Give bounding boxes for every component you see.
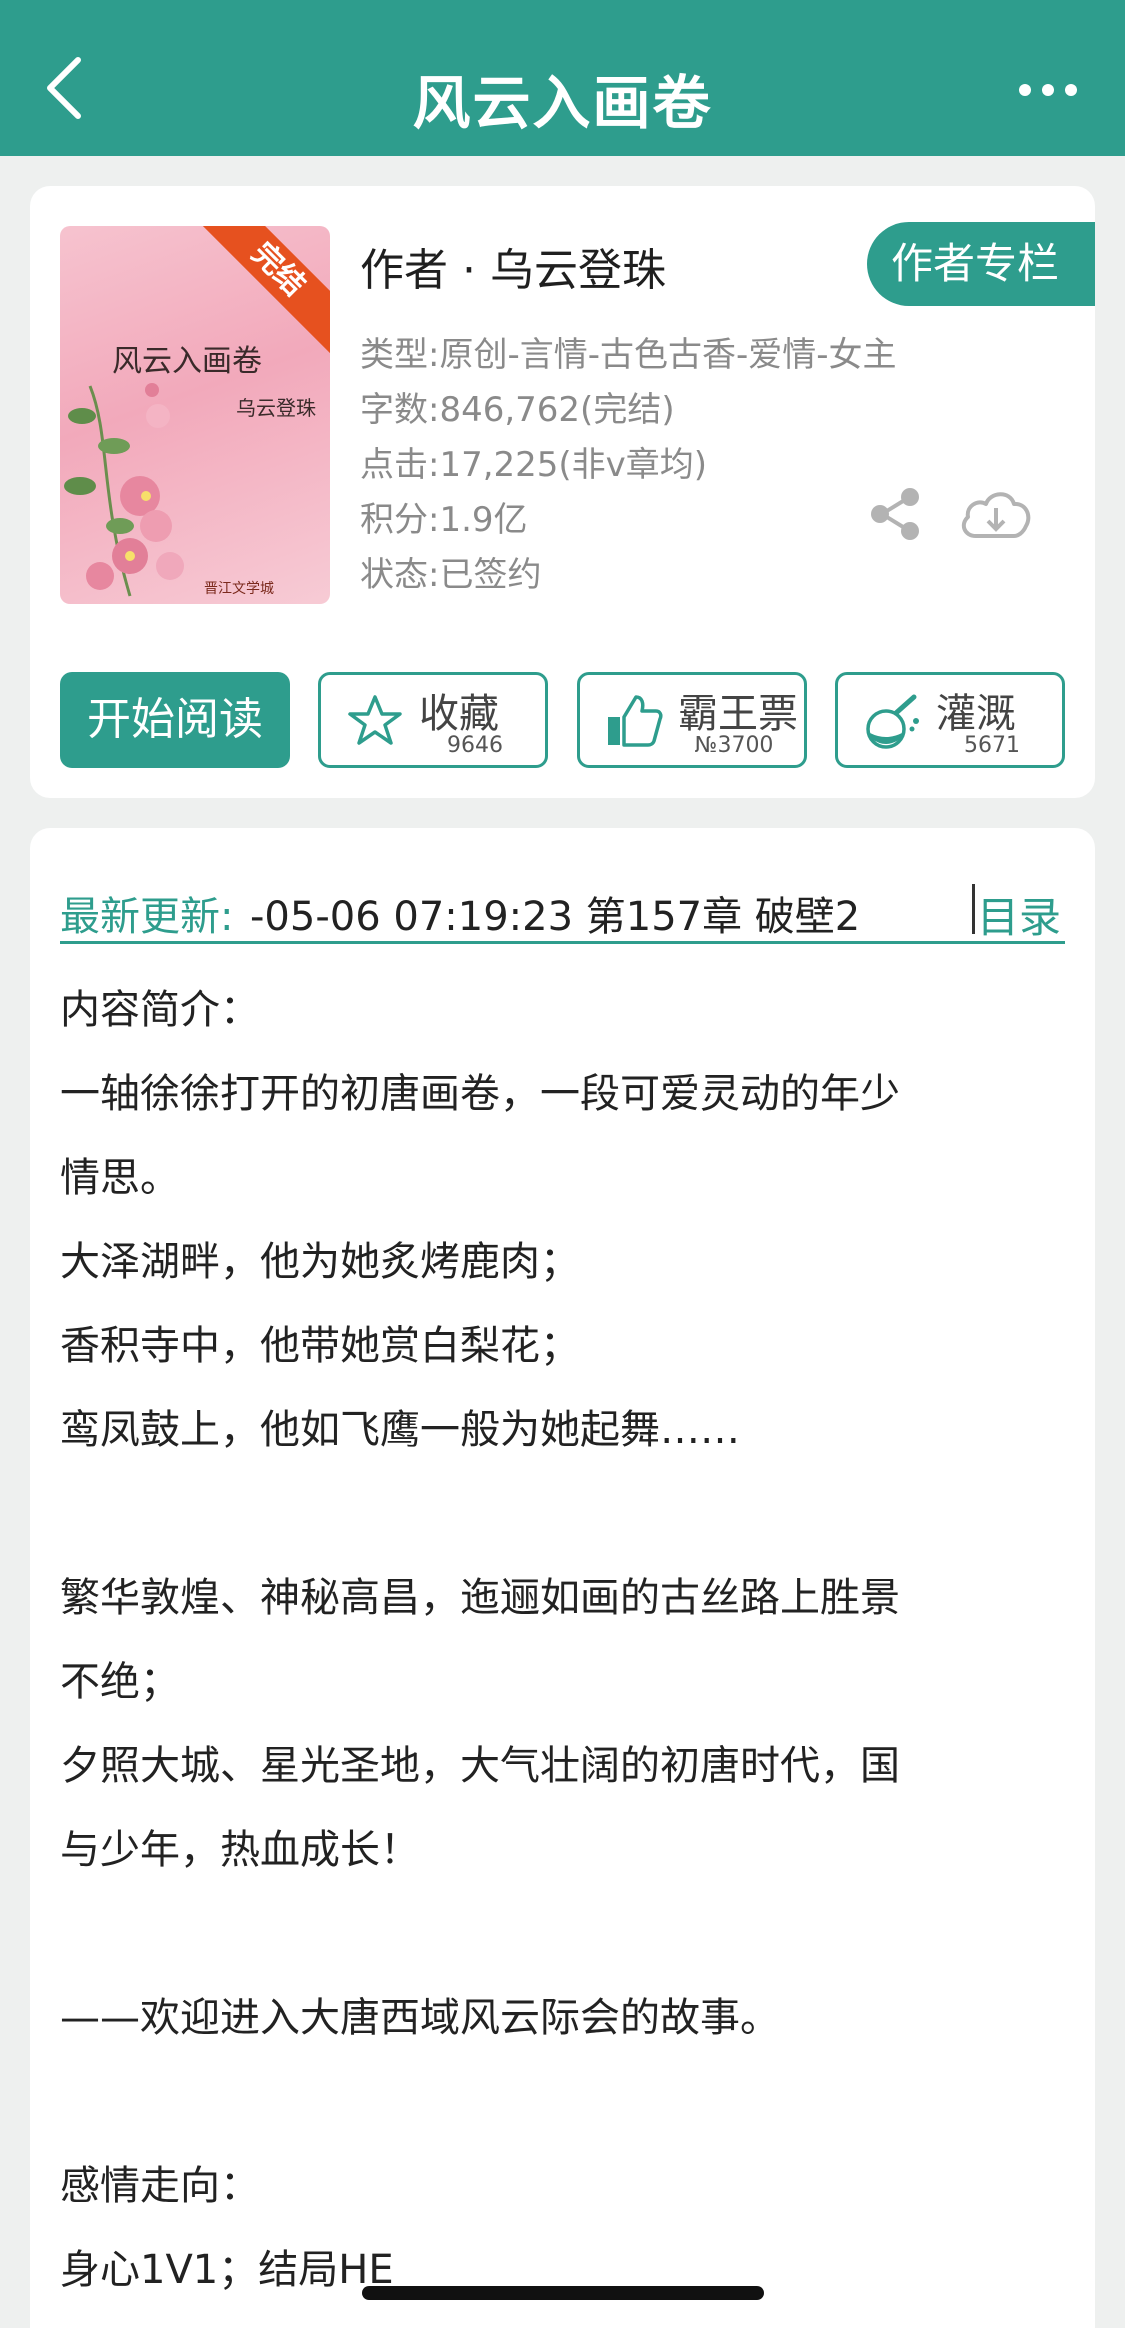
intro-line: 一轴徐徐打开的初唐画卷，一段可爱灵动的年少 xyxy=(60,1071,900,1117)
intro-line: 与少年，热血成长！ xyxy=(60,1827,420,1873)
home-indicator[interactable] xyxy=(362,2286,764,2300)
intro-line: 内容简介： xyxy=(60,987,260,1033)
cover-logo: 晋江文学城 xyxy=(204,581,274,597)
star-icon xyxy=(345,691,405,751)
nutrient-count: 5671 xyxy=(964,733,1020,758)
intro-line: ——欢迎进入大唐西域风云际会的故事。 xyxy=(60,1995,780,2041)
overlord-label: 霸王票 xyxy=(678,691,798,737)
meta-type: 类型:原创-言情-古色古香-爱情-女主 xyxy=(360,335,897,375)
more-icon[interactable] xyxy=(1013,70,1083,110)
thumbs-up-icon xyxy=(604,691,664,751)
author-line[interactable]: 作者 · 乌云登珠 xyxy=(360,234,666,298)
cover-title: 风云入画卷 xyxy=(112,344,262,379)
favorite-button[interactable]: 收藏 9646 xyxy=(318,672,548,768)
latest-chapter-link[interactable]: -05-06 07:19:23 第157章 破壁2 xyxy=(250,884,950,942)
meta-words: 字数:846,762(完结) xyxy=(360,390,675,430)
meta-status: 状态:已签约 xyxy=(360,555,542,595)
page-title: 风云入画卷 xyxy=(412,69,713,137)
action-bar: 开始阅读 收藏 9646 霸王票 №3700 灌溉 5671 xyxy=(60,672,1065,768)
table-of-contents-link[interactable]: 目录 xyxy=(977,884,1061,945)
book-meta: 类型:原创-言情-古色古香-爱情-女主 字数:846,762(完结) 点击:17… xyxy=(360,328,897,603)
intro-line: 不绝； xyxy=(60,1659,180,1705)
start-reading-button[interactable]: 开始阅读 xyxy=(60,672,290,768)
intro-line: 鸾凤鼓上，他如飞鹰一般为她起舞…… xyxy=(60,1407,740,1453)
intro-line: 香积寺中，他带她赏白梨花； xyxy=(60,1323,580,1369)
latest-update-row[interactable]: 最新更新: -05-06 07:19:23 第157章 破壁2 目录 xyxy=(60,854,1065,944)
book-intro: 内容简介： 一轴徐徐打开的初唐画卷，一段可爱灵动的年少 情思。 大泽湖畔，他为她… xyxy=(60,968,1065,2312)
meta-clicks: 点击:17,225(非v章均) xyxy=(360,445,708,485)
intro-line: 大泽湖畔，他为她炙烤鹿肉； xyxy=(60,1239,580,1285)
book-info-card: 完结 风云入画卷 乌云登珠 晋江文学城 作者 · 乌云登珠 作者专栏 类型:原创… xyxy=(30,186,1095,798)
overlord-rank: №3700 xyxy=(694,733,774,758)
favorite-label: 收藏 xyxy=(419,691,499,737)
share-icon[interactable] xyxy=(868,486,924,542)
book-detail-card: 最新更新: -05-06 07:19:23 第157章 破壁2 目录 内容简介：… xyxy=(30,828,1095,2328)
author-column-button[interactable]: 作者专栏 xyxy=(867,222,1095,306)
cloud-download-icon[interactable] xyxy=(958,486,1034,542)
intro-line: 夕照大城、星光圣地，大气壮阔的初唐时代，国 xyxy=(60,1743,900,1789)
flask-icon xyxy=(862,691,922,751)
intro-line: 繁华敦煌、神秘高昌，迤逦如画的古丝路上胜景 xyxy=(60,1575,900,1621)
nutrient-button[interactable]: 灌溉 5671 xyxy=(835,672,1065,768)
flower-illustration xyxy=(64,383,184,597)
intro-line: 情思。 xyxy=(60,1155,180,1201)
cover-author: 乌云登珠 xyxy=(236,396,316,420)
intro-line xyxy=(60,2060,1065,2144)
book-cover[interactable]: 完结 风云入画卷 乌云登珠 晋江文学城 xyxy=(60,226,330,604)
divider xyxy=(972,884,975,934)
top-bar: 风云入画卷 xyxy=(0,0,1125,156)
favorite-count: 9646 xyxy=(447,733,503,758)
intro-line xyxy=(60,1892,1065,1976)
nutrient-label: 灌溉 xyxy=(936,691,1016,737)
latest-update-label: 最新更新: xyxy=(60,894,234,940)
intro-line xyxy=(60,1472,1065,1556)
overlord-ticket-button[interactable]: 霸王票 №3700 xyxy=(577,672,807,768)
meta-points: 积分:1.9亿 xyxy=(360,500,528,540)
intro-line: 感情走向： xyxy=(60,2163,260,2209)
